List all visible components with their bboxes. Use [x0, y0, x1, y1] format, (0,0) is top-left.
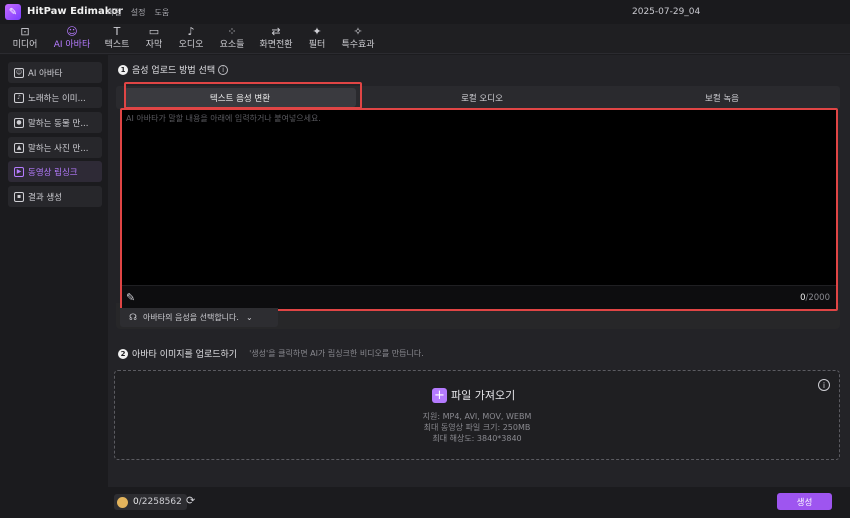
- voice-select-label: 아바타의 음성을 선택합니다.: [143, 313, 239, 322]
- import-file-label: 파일 가져오기: [451, 389, 516, 402]
- bottom-bar: 0/2258562 ⟳ 생성: [108, 487, 850, 518]
- image-dropzone[interactable]: i + 파일 가져오기 지원: MP4, AVI, MOV, WEBM 최대 동…: [114, 370, 840, 460]
- info-icon[interactable]: i: [218, 64, 229, 75]
- animal-icon: ●: [14, 117, 24, 128]
- effects-icon: ✧: [353, 25, 363, 38]
- voice-select-dropdown[interactable]: ☊ 아바타의 음성을 선택합니다. ⌄: [120, 308, 278, 327]
- media-icon: ⊡: [20, 25, 30, 38]
- char-counter: 0/2000: [800, 293, 830, 303]
- max-file-size: 최대 동영상 파일 크기: 250MB: [423, 423, 531, 432]
- main-panel: 1 음성 업로드 방법 선택 i 텍스트 음성 변환 로컬 오디오 보컬 녹음 …: [108, 55, 850, 518]
- tab-voice-record[interactable]: 보컬 녹음: [606, 88, 838, 107]
- document-title: 2025-07-29_04: [632, 7, 701, 17]
- tab-subtitle[interactable]: ▭ 자막: [141, 25, 167, 53]
- photo-icon: ▲: [14, 142, 24, 153]
- sidebar-item-video-lipsync[interactable]: ▶ 동영상 립싱크: [8, 161, 102, 182]
- supported-formats: 지원: MP4, AVI, MOV, WEBM: [422, 412, 532, 421]
- max-resolution: 최대 해상도: 3840*3840: [432, 434, 522, 443]
- import-file-button[interactable]: + 파일 가져오기: [432, 387, 515, 403]
- tab-transition[interactable]: ⇄ 화면전환: [255, 25, 297, 53]
- tab-media[interactable]: ⊡ 미디어: [8, 25, 42, 53]
- app-logo-icon: ✎: [5, 4, 21, 20]
- coin-icon: [117, 496, 128, 508]
- step2-title: 아바타 이미지를 업로드하기: [132, 350, 238, 360]
- tab-effects[interactable]: ✧ 특수효과: [337, 25, 379, 53]
- sidebar-item-talking-animal[interactable]: ● 말하는 동물 만...: [8, 112, 102, 133]
- step1-title: 음성 업로드 방법 선택: [132, 66, 216, 76]
- tab-ai-avatar[interactable]: ☺ AI 아바타: [48, 25, 96, 53]
- avatar-icon: ☺: [14, 67, 24, 78]
- text-icon: T: [113, 25, 121, 38]
- transition-icon: ⇄: [271, 25, 281, 38]
- subtitle-icon: ▭: [148, 25, 160, 38]
- sidebar-item-talking-photo[interactable]: ▲ 말하는 사진 만...: [8, 137, 102, 158]
- menu-settings[interactable]: 설정: [131, 7, 146, 18]
- sidebar-item-singing-image[interactable]: ♪ 노래하는 이미...: [8, 87, 102, 108]
- tab-elements[interactable]: ⁘ 요소들: [215, 25, 249, 53]
- step-number: 1: [118, 64, 128, 75]
- textarea-footer: ✎ 0/2000: [122, 285, 836, 309]
- voice-icon: ☊: [129, 312, 137, 323]
- menu-file[interactable]: 파일: [107, 7, 122, 18]
- tab-audio[interactable]: ♪ 오디오: [174, 25, 208, 53]
- chevron-down-icon: ⌄: [245, 313, 253, 322]
- audio-icon: ♪: [187, 25, 195, 38]
- generate-button[interactable]: 생성: [777, 493, 832, 510]
- magic-wand-icon[interactable]: ✎: [126, 291, 140, 305]
- credits-badge: 0/2258562: [114, 494, 187, 510]
- tab-text[interactable]: T 텍스트: [102, 25, 132, 53]
- image-music-icon: ♪: [14, 92, 24, 103]
- sidebar: ☺ AI 아바타 ♪ 노래하는 이미... ● 말하는 동물 만... ▲ 말하…: [0, 55, 108, 518]
- script-textarea[interactable]: AI 아바타가 말할 내용을 아래에 입력하거나 붙여넣으세요. ✎ 0/200…: [120, 108, 838, 311]
- folder-icon: ▪: [14, 191, 24, 202]
- title-bar: ✎ HitPaw Edimakor 파일 설정 도움 2025-07-29_04: [0, 0, 850, 24]
- info-icon[interactable]: i: [818, 379, 830, 391]
- menu-help[interactable]: 도움: [154, 7, 169, 18]
- textarea-placeholder: AI 아바타가 말할 내용을 아래에 입력하거나 붙여넣으세요.: [126, 114, 321, 123]
- menu-bar: 파일 설정 도움: [107, 7, 169, 18]
- main-toolbar: ⊡ 미디어 ☺ AI 아바타 T 텍스트 ▭ 자막 ♪ 오디오 ⁘ 요소들 ⇄ …: [0, 24, 850, 54]
- sidebar-item-results[interactable]: ▪ 결과 생성: [8, 186, 102, 207]
- sidebar-item-ai-avatar[interactable]: ☺ AI 아바타: [8, 62, 102, 83]
- step2-heading: 2 아바타 이미지를 업로드하기 '생성'을 클릭하면 AI가 립싱크한 비디오…: [118, 347, 424, 360]
- tab-local-audio[interactable]: 로컬 오디오: [366, 88, 598, 107]
- step-number: 2: [118, 348, 128, 359]
- refresh-icon[interactable]: ⟳: [186, 494, 195, 507]
- elements-icon: ⁘: [227, 25, 237, 38]
- step2-hint: '생성'을 클릭하면 AI가 립싱크한 비디오를 만듭니다.: [249, 349, 424, 358]
- filter-icon: ✦: [312, 25, 322, 38]
- tab-filter[interactable]: ✦ 필터: [304, 25, 330, 53]
- step1-heading: 1 음성 업로드 방법 선택 i: [118, 63, 229, 76]
- lipsync-icon: ▶: [14, 166, 24, 177]
- avatar-icon: ☺: [66, 25, 78, 38]
- plus-icon: +: [432, 387, 447, 403]
- tab-highlight-box: [124, 82, 362, 109]
